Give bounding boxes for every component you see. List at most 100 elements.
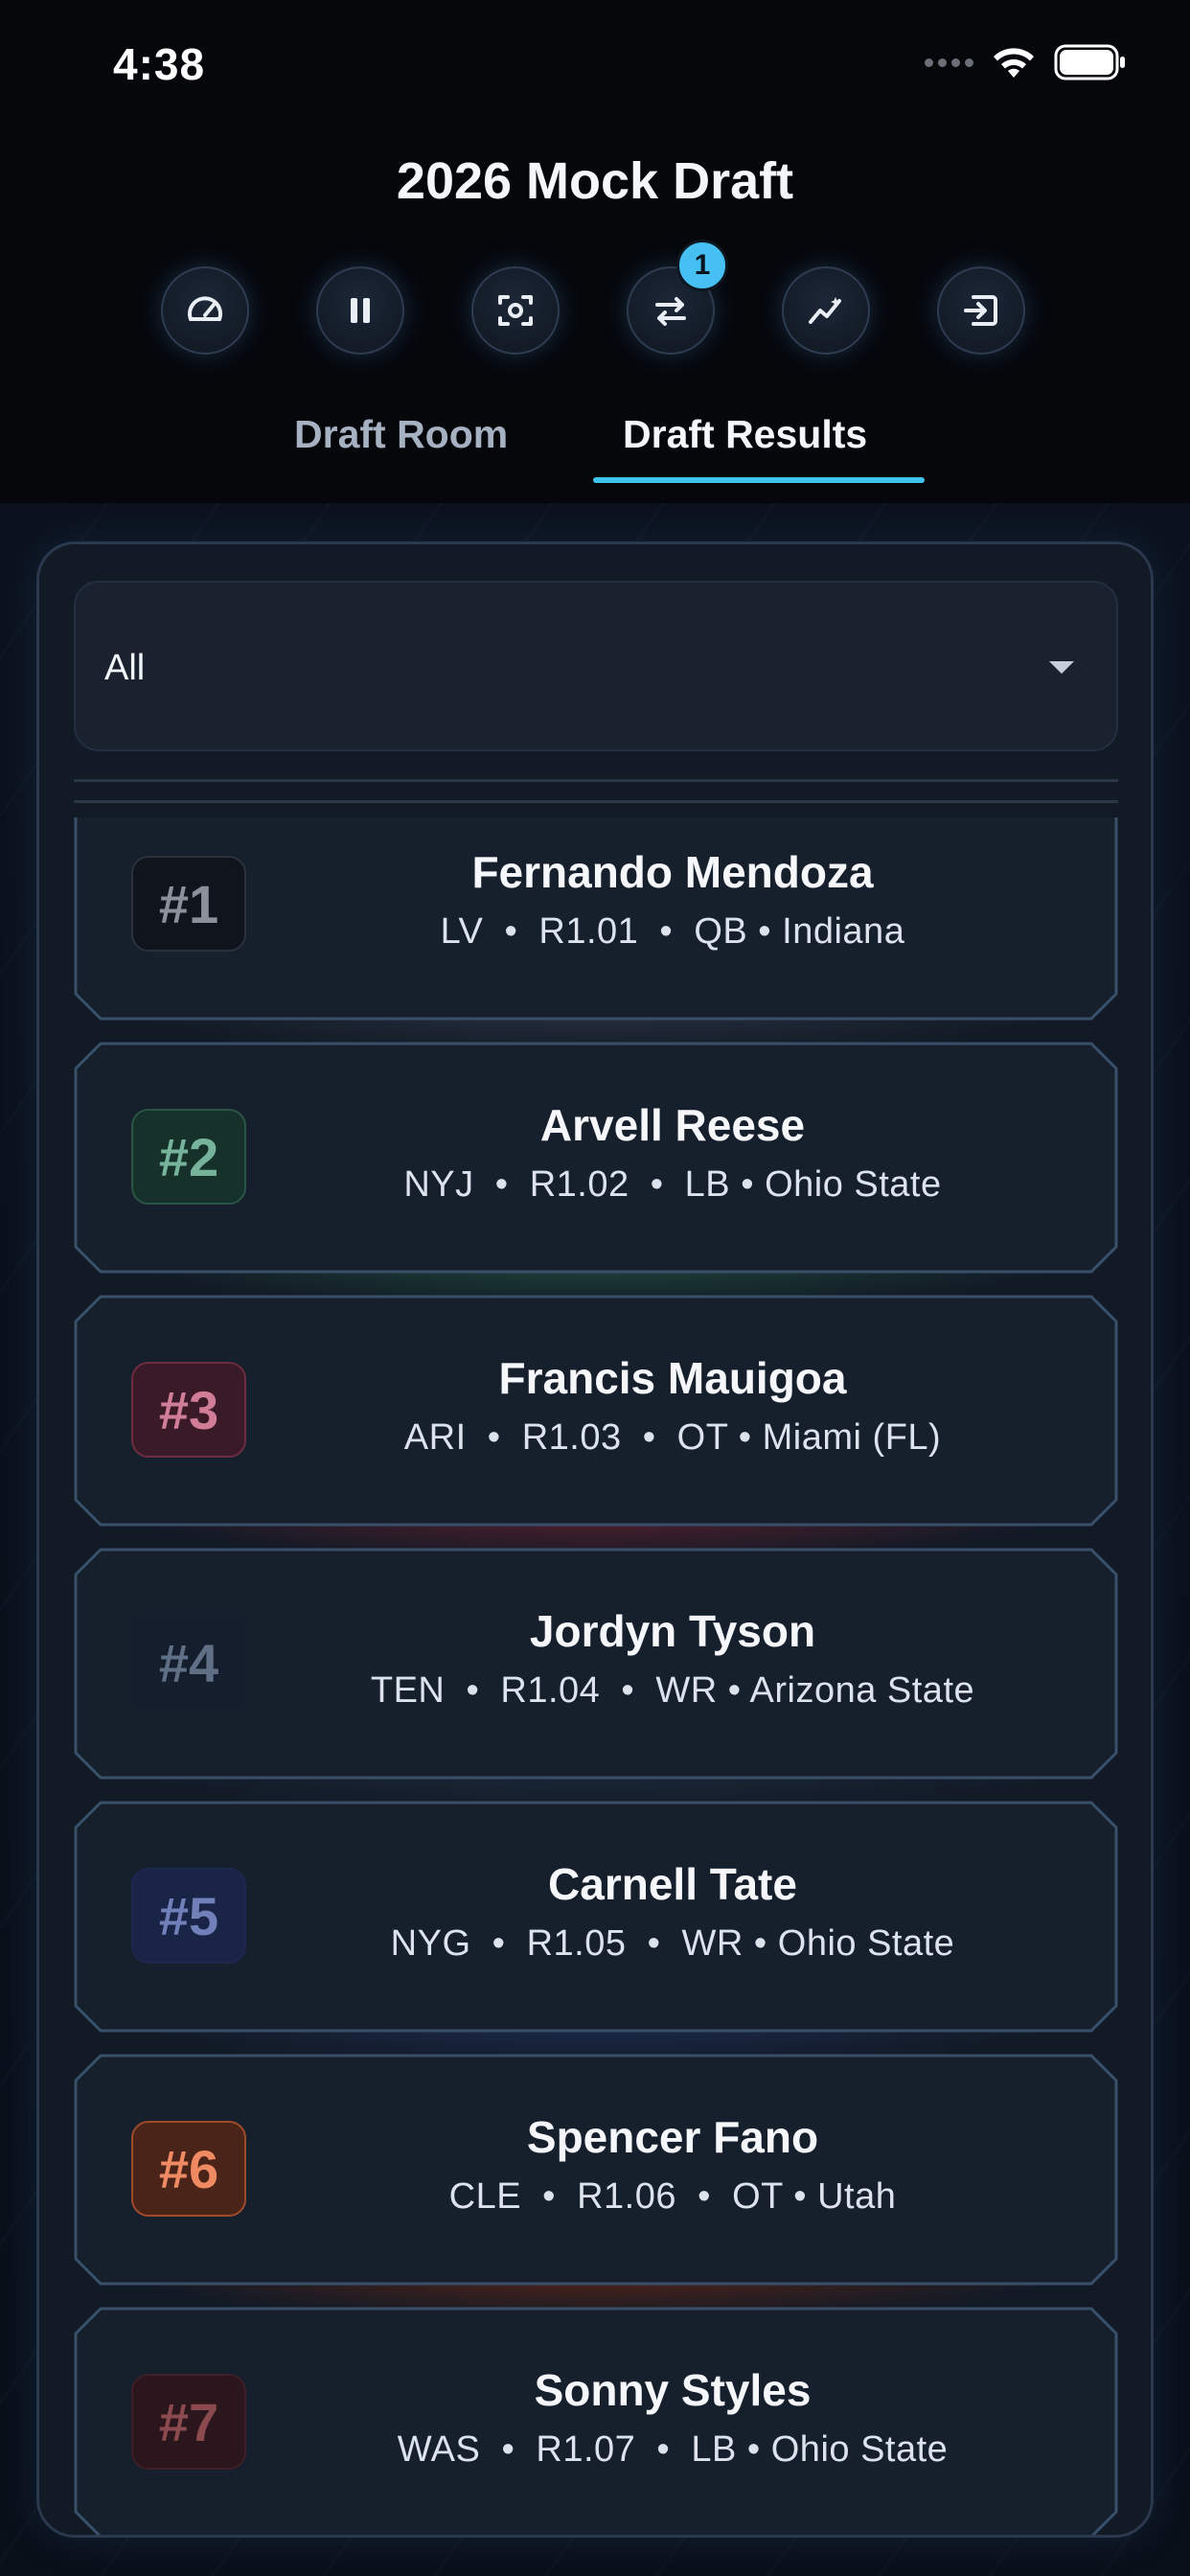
pick-team: LV — [440, 911, 484, 952]
pause-button[interactable] — [316, 266, 404, 355]
pick-details: LV • R1.01 • QB • Indiana — [265, 911, 1080, 953]
notification-badge: 1 — [676, 240, 728, 291]
separator-dot: • — [629, 1164, 685, 1205]
pick-round: R1.05 — [526, 1923, 627, 1964]
exit-icon — [964, 295, 997, 326]
pick-school: Utah — [817, 2176, 897, 2217]
separator-dot: • — [621, 1417, 677, 1458]
pick-details: WAS • R1.07 • LB • Ohio State — [265, 2429, 1080, 2471]
separator-dot: • — [676, 2176, 733, 2217]
separator-dot: • — [717, 1670, 750, 1711]
pick-card[interactable]: #5 Carnell Tate NYG • R1.05 • WR • Ohio St… — [74, 1801, 1118, 2071]
filter-selected-value: All — [104, 648, 146, 688]
divider — [74, 779, 1118, 782]
status-bar: 4:38 — [0, 0, 1190, 125]
separator-dot: • — [727, 1417, 763, 1458]
tab-draft-room[interactable]: Draft Room — [294, 412, 508, 457]
pick-round: R1.07 — [536, 2429, 636, 2470]
pick-card[interactable]: #4 Jordyn Tyson TEN • R1.04 • WR • Arizona… — [74, 1548, 1118, 1818]
pick-list[interactable]: #1 Fernando Mendoza LV • R1.01 • QB • Indi… — [74, 817, 1118, 2535]
tab-draft-results[interactable]: Draft Results — [623, 412, 867, 457]
pick-number-badge: #2 — [131, 1109, 246, 1205]
pick-number-badge: #1 — [131, 856, 246, 952]
pick-card[interactable]: #6 Spencer Fano CLE • R1.06 • OT • Utah — [74, 2054, 1118, 2324]
player-name: Fernando Mendoza — [471, 847, 874, 897]
pick-round: R1.06 — [577, 2176, 677, 2217]
pick-details: TEN • R1.04 • WR • Arizona State — [265, 1670, 1080, 1712]
screenshot-button[interactable] — [471, 266, 560, 355]
pick-number-badge: #7 — [131, 2374, 246, 2470]
pick-team: WAS — [397, 2429, 481, 2470]
speedometer-button[interactable] — [161, 266, 249, 355]
separator-dot: • — [747, 911, 783, 952]
analytics-button[interactable] — [782, 266, 870, 355]
separator-dot: • — [638, 911, 695, 952]
separator-dot: • — [626, 1923, 682, 1964]
pick-position: WR — [655, 1670, 718, 1711]
screenshot-icon — [498, 295, 533, 326]
pick-team: ARI — [403, 1417, 467, 1458]
trade-button[interactable]: 1 — [627, 240, 728, 355]
pick-team: NYG — [390, 1923, 471, 1964]
pick-number-badge: #5 — [131, 1868, 246, 1964]
separator-dot: • — [483, 911, 539, 952]
separator-dot: • — [466, 1417, 522, 1458]
battery-icon — [1054, 44, 1127, 80]
pick-position: LB — [684, 1164, 731, 1205]
pick-details: ARI • R1.03 • OT • Miami (FL) — [265, 1417, 1080, 1459]
wifi-icon — [991, 45, 1037, 80]
trend-icon — [809, 297, 841, 324]
pick-card[interactable]: #7 Sonny Styles WAS • R1.07 • LB • Ohio St… — [74, 2307, 1118, 2535]
player-name: Sonny Styles — [534, 2365, 812, 2415]
player-name: Jordyn Tyson — [529, 1606, 816, 1656]
pick-number-badge: #6 — [131, 2121, 246, 2217]
pick-school: Arizona State — [749, 1670, 975, 1711]
pick-round: R1.03 — [521, 1417, 622, 1458]
pick-card[interactable]: #2 Arvell Reese NYJ • R1.02 • LB • Ohio St… — [74, 1042, 1118, 1312]
pick-team: NYJ — [403, 1164, 474, 1205]
filter-dropdown[interactable]: All — [74, 581, 1118, 751]
speedometer-icon — [188, 296, 222, 321]
separator-dot: • — [743, 1923, 778, 1964]
pick-position: QB — [694, 911, 748, 952]
pick-position: OT — [676, 1417, 728, 1458]
pick-position: OT — [732, 2176, 784, 2217]
active-tab-indicator — [593, 477, 925, 483]
pick-school: Ohio State — [770, 2429, 949, 2470]
separator-dot: • — [470, 1923, 527, 1964]
separator-dot: • — [635, 2429, 692, 2470]
exit-button[interactable] — [937, 266, 1025, 355]
separator-dot: • — [473, 1164, 530, 1205]
toolbar: 1 — [161, 240, 1025, 355]
separator-dot: • — [445, 1670, 501, 1711]
pick-details: CLE • R1.06 • OT • Utah — [265, 2176, 1080, 2218]
pick-number-badge: #3 — [131, 1362, 246, 1458]
divider — [74, 800, 1118, 803]
separator-dot: • — [783, 2176, 818, 2217]
separator-dot: • — [736, 2429, 771, 2470]
player-name: Spencer Fano — [526, 2112, 819, 2162]
app-screen: 4:38 2026 Mock Draft 1 Draft Room Draft … — [0, 0, 1190, 2576]
pick-round: R1.04 — [500, 1670, 601, 1711]
pick-details: NYG • R1.05 • WR • Ohio State — [265, 1923, 1080, 1965]
pick-team: CLE — [448, 2176, 522, 2217]
status-indicators — [925, 44, 1127, 80]
page-title: 2026 Mock Draft — [396, 152, 794, 210]
pick-details: NYJ • R1.02 • LB • Ohio State — [265, 1164, 1080, 1206]
pick-school: Ohio State — [765, 1164, 942, 1205]
player-name: Arvell Reese — [539, 1100, 806, 1150]
pick-round: R1.01 — [538, 911, 639, 952]
caret-down-icon — [1049, 661, 1074, 674]
swap-icon — [655, 297, 686, 326]
pick-round: R1.02 — [529, 1164, 629, 1205]
pick-card[interactable]: #3 Francis Mauigoa ARI • R1.03 • OT • Miam… — [74, 1295, 1118, 1565]
pick-school: Miami (FL) — [762, 1417, 942, 1458]
draft-results-panel: All #1 Fernando Mendoza LV • R1.01 • QB • … — [36, 541, 1154, 2538]
pause-icon — [351, 298, 370, 323]
pick-card[interactable]: #1 Fernando Mendoza LV • R1.01 • QB • Indi… — [74, 817, 1118, 1059]
pick-team: TEN — [370, 1670, 446, 1711]
status-time: 4:38 — [113, 39, 206, 89]
player-name: Francis Mauigoa — [498, 1353, 847, 1403]
tab-bar: Draft Room Draft Results — [0, 412, 1190, 489]
pick-position: LB — [691, 2429, 737, 2470]
